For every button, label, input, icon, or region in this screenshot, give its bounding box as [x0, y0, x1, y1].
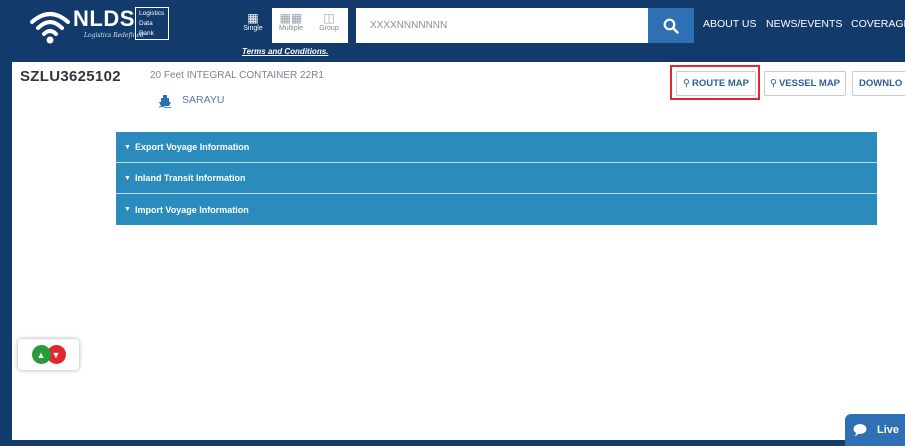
container-search-input[interactable]: [356, 8, 648, 43]
search-mode-toggle: ▦ Single ▦▦ Multiple ◫ Group: [234, 8, 348, 43]
logo-box: Logistics Data Bank: [135, 7, 169, 40]
live-chat-label: Live: [877, 424, 900, 436]
download-label: DOWNLO: [859, 78, 903, 89]
multiple-containers-icon: ▦▦: [279, 11, 303, 25]
section-export-voyage[interactable]: ▼ Export Voyage Information: [116, 132, 877, 163]
vessel-map-button[interactable]: ⚲ VESSEL MAP: [764, 71, 846, 96]
group-containers-icon: ◫: [323, 11, 335, 25]
voyage-accordion: ▼ Export Voyage Information ▼ Inland Tra…: [116, 132, 877, 225]
single-container-icon: ▦: [247, 11, 259, 25]
container-type: 20 Feet INTEGRAL CONTAINER 22R1: [150, 70, 324, 81]
vessel-name: SARAYU: [182, 94, 225, 106]
logo-box-line: Bank: [139, 30, 154, 37]
caret-down-icon: ▼: [124, 174, 131, 182]
search-icon: [663, 18, 679, 34]
caret-down-icon: ▼: [124, 143, 131, 151]
search-button[interactable]: [648, 8, 694, 43]
route-map-label: ROUTE MAP: [691, 78, 749, 89]
section-import-voyage[interactable]: ▼ Import Voyage Information: [116, 194, 877, 225]
map-pin-icon: ⚲: [769, 78, 777, 89]
section-inland-transit[interactable]: ▼ Inland Transit Information: [116, 163, 877, 194]
mode-single-button[interactable]: ▦ Single: [234, 8, 272, 43]
tracking-page: SZLU3625102 20 Feet INTEGRAL CONTAINER 2…: [12, 62, 905, 440]
chat-bubble-icon: [853, 424, 867, 437]
thumbs-down-icon: ▼: [51, 349, 61, 360]
nav-about-us[interactable]: ABOUT US: [703, 18, 756, 30]
route-map-button[interactable]: ⚲ ROUTE MAP: [676, 71, 756, 96]
mode-multiple-button[interactable]: ▦▦ Multiple: [272, 8, 310, 43]
mode-label: Group: [319, 25, 339, 32]
map-pin-icon: ⚲: [683, 78, 690, 89]
container-number: SZLU3625102: [20, 68, 121, 85]
logo-box-line: Data: [139, 20, 153, 27]
live-chat-button[interactable]: Live: [845, 414, 905, 446]
terms-link[interactable]: Terms and Conditions.: [242, 47, 328, 56]
vessel-map-label: VESSEL MAP: [778, 78, 841, 89]
logo-box-line: Logistics: [139, 10, 165, 17]
wifi-logo-icon: [30, 12, 70, 44]
caret-down-icon: ▼: [124, 206, 131, 213]
top-navbar: NLDS Logistics Redefined Logistics Data …: [0, 0, 905, 62]
section-label: Inland Transit Information: [134, 173, 246, 183]
download-button[interactable]: DOWNLO: [852, 71, 905, 96]
nav-coverage[interactable]: COVERAGE: [851, 18, 905, 30]
ship-icon: [158, 95, 172, 108]
thumbs-up-button[interactable]: ▲: [31, 345, 51, 364]
mode-label: Multiple: [278, 25, 304, 32]
section-label: Import Voyage Information: [134, 204, 249, 215]
nav-news-events[interactable]: NEWS/EVENTS: [766, 18, 842, 30]
mode-group-button[interactable]: ◫ Group: [310, 8, 348, 43]
mode-label: Single: [243, 25, 263, 32]
section-label: Export Voyage Information: [134, 142, 250, 152]
feedback-widget: ▲ ▼: [18, 339, 79, 370]
logo-text[interactable]: NLDS: [73, 6, 135, 32]
thumbs-up-icon: ▲: [36, 349, 46, 360]
